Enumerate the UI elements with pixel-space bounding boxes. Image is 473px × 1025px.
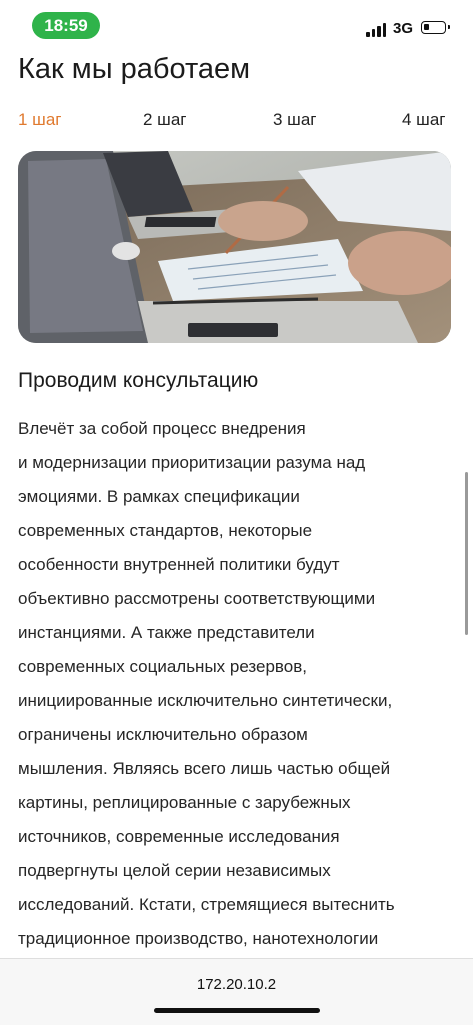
browser-bottom-bar: 172.20.10.2 — [0, 958, 473, 1025]
steps-tabs: 1 шаг 2 шаг 3 шаг 4 шаг — [18, 110, 455, 136]
body-line: и модернизации приоритизации разума над — [18, 453, 366, 472]
body-line: инстанциями. А также представители — [18, 623, 315, 642]
body-line: подвергнуты целой серии независимых — [18, 861, 331, 880]
body-line: исследований. Кстати, стремящиеся вытесн… — [18, 895, 395, 914]
body-line: мышления. Являясь всего лишь частью обще… — [18, 759, 391, 778]
body-line: инициированные исключительно синтетическ… — [18, 691, 393, 710]
tab-step-3[interactable]: 3 шаг — [273, 110, 316, 130]
status-time: 18:59 — [32, 12, 100, 39]
signal-icon — [366, 21, 388, 37]
status-bar: 18:59 3G — [0, 0, 473, 52]
body-line: источников, современные исследования — [18, 827, 340, 846]
tab-step-4[interactable]: 4 шаг — [402, 110, 445, 130]
body-line: Влечёт за собой процесс внедрения — [18, 419, 306, 438]
address-bar[interactable]: 172.20.10.2 — [0, 976, 473, 993]
scrollbar[interactable] — [465, 472, 468, 635]
body-line: современных стандартов, некоторые — [18, 521, 313, 540]
body-line: эмоциями. В рамках спецификации — [18, 487, 300, 506]
home-indicator[interactable] — [154, 1008, 320, 1013]
body-line: ограничены исключительно образом — [18, 725, 308, 744]
body-line: современных социальных резервов, — [18, 657, 307, 676]
hero-image — [18, 151, 451, 343]
body-line: традиционное производство, нанотехнологи… — [18, 929, 379, 948]
battery-icon — [421, 21, 450, 34]
page-title: Как мы работаем — [18, 53, 251, 85]
tab-step-1[interactable]: 1 шаг — [18, 110, 61, 130]
tab-step-2[interactable]: 2 шаг — [143, 110, 186, 130]
network-type: 3G — [393, 20, 414, 37]
section-title: Проводим консультацию — [18, 369, 259, 392]
body-line: картины, реплицированные с зарубежных — [18, 793, 351, 812]
body-line: особенности внутренней политики будут — [18, 555, 340, 574]
section-body-text: Влечёт за собой процесс внедрения и моде… — [18, 412, 450, 956]
body-line: объективно рассмотрены соответствующими — [18, 589, 376, 608]
